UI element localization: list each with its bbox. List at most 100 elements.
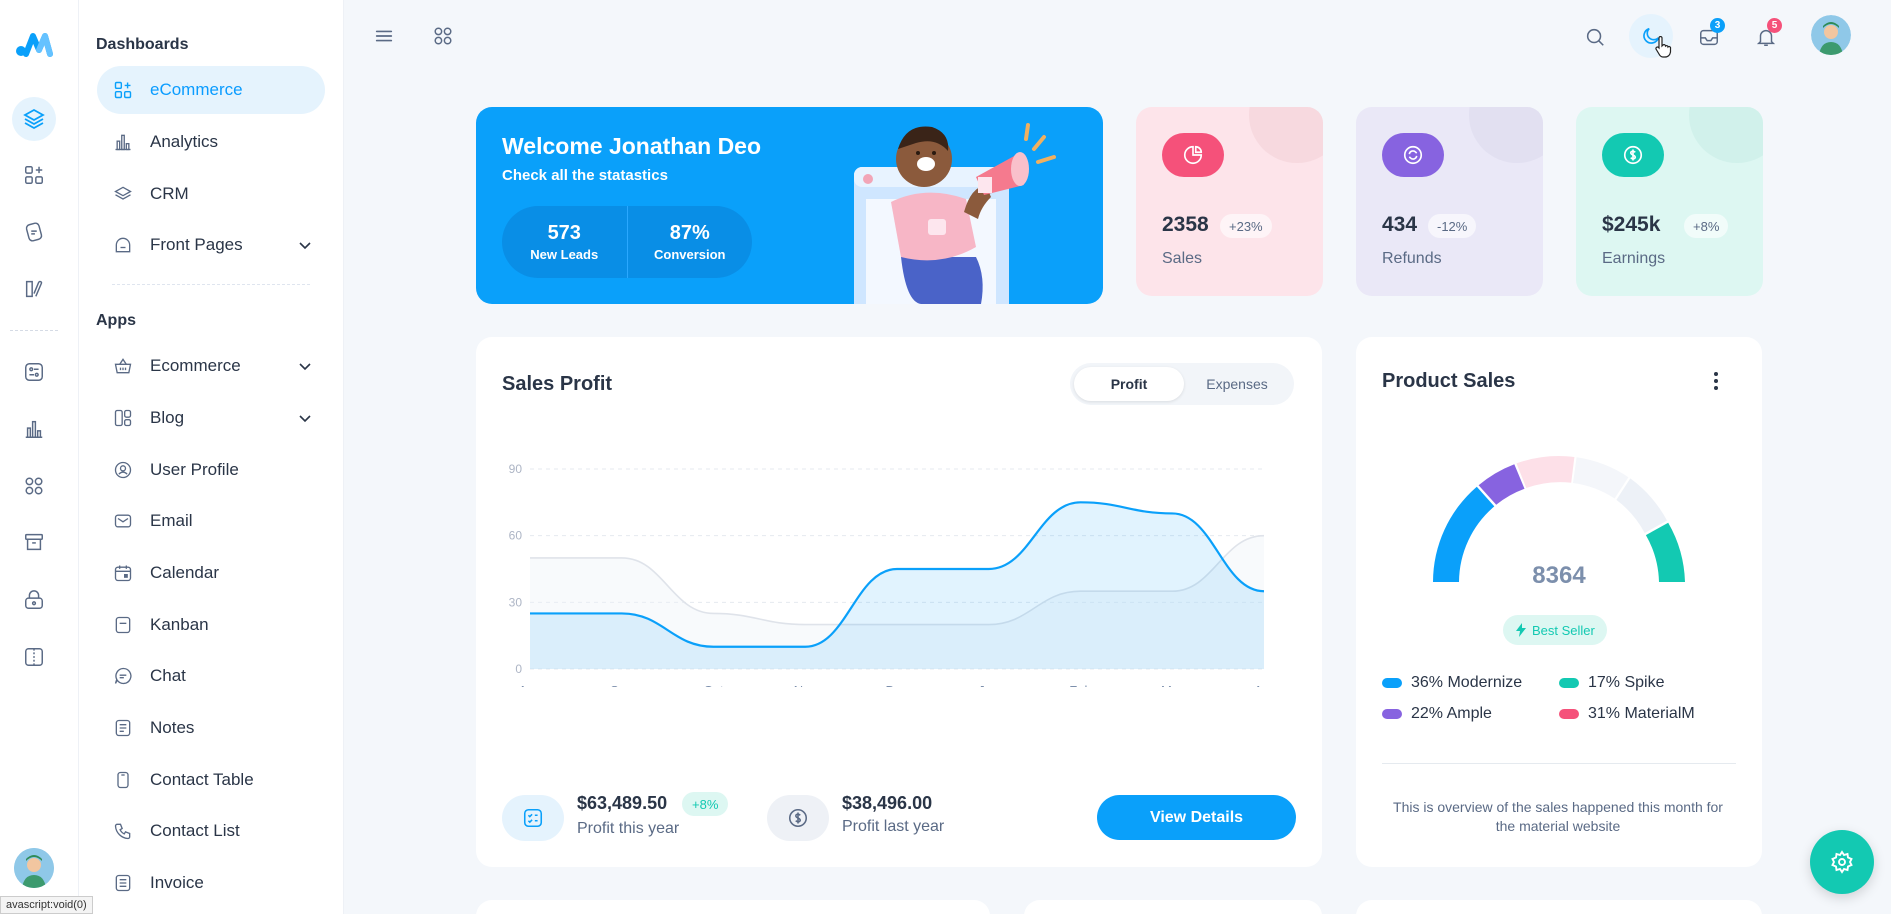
pie-chart-icon (1162, 133, 1224, 177)
conversion-stat: 87% Conversion (626, 206, 753, 278)
welcome-illustration (854, 123, 1056, 304)
search-icon[interactable] (1580, 22, 1610, 52)
rail-widgets-icon[interactable] (12, 464, 56, 508)
sidebar-item-invoice[interactable]: Invoice (97, 859, 325, 907)
analytics-icon (113, 132, 133, 152)
view-details-button[interactable]: View Details (1097, 795, 1296, 840)
welcome-subtitle: Check all the statastics (502, 167, 668, 184)
profit-expenses-toggle: Profit Expenses (1070, 363, 1294, 405)
gauge-segment-materialm (1516, 456, 1575, 488)
sidebar-item-contact-table[interactable]: Contact Table (97, 756, 325, 804)
legend-label: 31% MaterialM (1588, 705, 1695, 722)
chevron-down-icon (299, 363, 311, 371)
rail-forms-icon[interactable] (12, 350, 56, 394)
basket-icon (113, 356, 133, 376)
invoice-icon (113, 873, 133, 893)
rail-charts-icon[interactable] (12, 407, 56, 451)
sidebar-item-label: Calendar (150, 563, 219, 582)
sales-profit-chart: 0 30 60 90 Aug Sep Oct Nov Dec Jan Feb Mar Apr (509, 462, 1275, 687)
sidebar-item-notes[interactable]: Notes (97, 704, 325, 752)
browser-status-bar: avascript:void(0) (0, 896, 93, 914)
rail-user-avatar[interactable] (14, 848, 54, 888)
rail-apps-icon[interactable] (12, 153, 56, 197)
tab-profit[interactable]: Profit (1074, 367, 1184, 401)
x-tick-label: Jan (978, 683, 999, 687)
menu-toggle-icon[interactable] (370, 22, 398, 50)
dollar-coin-icon (767, 795, 829, 841)
best-seller-badge: Best Seller (1503, 615, 1607, 645)
sidebar-section-dashboards: Dashboards (96, 36, 189, 53)
sales-label: Sales (1162, 250, 1203, 267)
sidebar-item-contact-list[interactable]: Contact List (97, 807, 325, 855)
blog-icon (113, 408, 133, 428)
customizer-button[interactable] (1810, 830, 1874, 894)
rail-ui-icon[interactable] (12, 267, 56, 311)
sidebar-section-apps: Apps (96, 312, 136, 329)
contact-table-icon (113, 770, 133, 790)
rail-archive-icon[interactable] (12, 520, 56, 564)
bottom-card-2 (1024, 900, 1322, 914)
sidebar-item-analytics[interactable]: Analytics (97, 118, 325, 166)
rail-dashboards-icon[interactable] (12, 97, 56, 141)
x-tick-label: Apr (1254, 683, 1275, 687)
kanban-icon (113, 615, 133, 635)
rail-auth-icon[interactable] (12, 578, 56, 622)
more-vertical-icon[interactable] (1706, 369, 1726, 393)
sidebar-item-label: Contact List (150, 821, 240, 840)
sidebar-item-label: Kanban (150, 615, 209, 634)
x-tick-label: Dec (885, 683, 909, 687)
apps-grid-icon[interactable] (429, 22, 457, 50)
new-leads-stat: 573 New Leads (502, 206, 627, 278)
earnings-label: Earnings (1602, 250, 1666, 267)
conversion-value: 87% (669, 222, 710, 244)
user-profile-icon (113, 460, 133, 480)
sidebar-item-label: Ecommerce (150, 356, 241, 375)
profit-last-year-amount: $38,496.00 (842, 793, 933, 813)
rail-pages-icon[interactable] (12, 210, 56, 254)
sidebar-item-label: Email (150, 511, 193, 530)
sidebar-item-calendar[interactable]: Calendar (97, 549, 325, 597)
dark-mode-toggle[interactable] (1629, 14, 1673, 58)
earnings-stat-card: $245k +8% Earnings (1576, 107, 1763, 296)
earnings-change: +8% (1684, 214, 1729, 238)
x-tick-label: Aug (518, 683, 541, 687)
x-tick-label: Mar (1161, 683, 1184, 687)
calendar-icon (113, 563, 133, 583)
notifications-button[interactable]: 5 (1751, 18, 1782, 52)
refresh-icon (1382, 133, 1444, 177)
product-sales-total: 8364 (1532, 562, 1586, 589)
sidebar-item-ecommerce-dashboard[interactable]: eCommerce (97, 66, 325, 114)
icon-rail (0, 0, 79, 914)
sidebar-item-label: Front Pages (150, 235, 243, 254)
best-seller-label: Best Seller (1532, 622, 1595, 638)
sidebar-item-chat[interactable]: Chat (97, 652, 325, 700)
welcome-stats: 573 New Leads 87% Conversion (502, 206, 752, 278)
mail-button[interactable]: 3 (1694, 18, 1725, 52)
rail-layout-icon[interactable] (12, 635, 56, 679)
sidebar-item-blog[interactable]: Blog (97, 394, 325, 442)
y-tick-label: 60 (509, 529, 523, 543)
sidebar-item-front-pages[interactable]: Front Pages (97, 221, 325, 269)
user-avatar[interactable] (1811, 15, 1851, 55)
dollar-icon (1602, 133, 1664, 177)
sidebar-item-label: Contact Table (150, 770, 254, 789)
conversion-label: Conversion (653, 247, 726, 262)
app-logo-icon[interactable] (14, 26, 54, 60)
sidebar-item-label: Chat (150, 666, 186, 685)
sidebar-item-kanban[interactable]: Kanban (97, 601, 325, 649)
sidebar-item-crm[interactable]: CRM (97, 170, 325, 218)
tab-expenses[interactable]: Expenses (1184, 367, 1290, 401)
x-tick-label: Feb (1069, 683, 1091, 687)
welcome-card: Welcome Jonathan Deo Check all the stata… (476, 107, 1103, 304)
sidebar-item-ecommerce-app[interactable]: Ecommerce (97, 342, 325, 390)
sidebar-item-user-profile[interactable]: User Profile (97, 446, 325, 494)
sidebar-item-email[interactable]: Email (97, 497, 325, 545)
refunds-change: -12% (1428, 214, 1477, 238)
x-tick-label: Nov (794, 683, 818, 687)
notification-badge: 5 (1767, 18, 1782, 33)
phone-icon (113, 821, 133, 841)
bottom-card-1 (476, 900, 990, 914)
sidebar-item-label: Notes (150, 718, 195, 737)
product-sales-description: This is overview of the sales happened t… (1393, 799, 1723, 834)
chevron-down-icon (299, 242, 311, 250)
